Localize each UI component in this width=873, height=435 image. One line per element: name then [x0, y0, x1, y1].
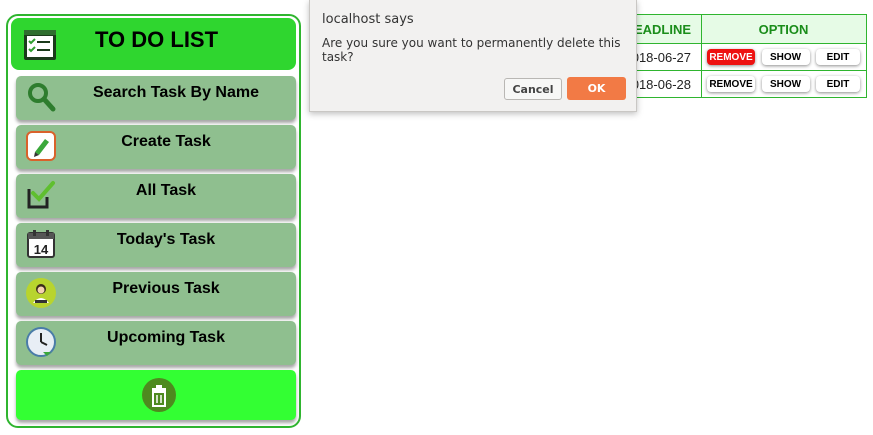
todo-list-icon: [21, 25, 59, 63]
table-row: 018-06-27 REMOVE SHOW EDIT: [623, 43, 866, 70]
sidebar: TO DO LIST Search Task By Name Create Ta…: [6, 14, 301, 428]
all-task-button[interactable]: All Task: [16, 174, 296, 218]
sidebar-header: TO DO LIST: [11, 18, 296, 70]
upcoming-task-button[interactable]: Upcoming Task: [16, 321, 296, 365]
table-row: 018-06-28 REMOVE SHOW EDIT: [623, 70, 866, 97]
trash-button[interactable]: [16, 370, 296, 420]
confirm-dialog: localhost says Are you sure you want to …: [309, 0, 637, 112]
task-table: EADLINE OPTION 018-06-27 REMOVE SHOW EDI…: [622, 14, 867, 98]
todays-task-button[interactable]: 14 Today's Task: [16, 223, 296, 267]
create-task-label: Create Task: [121, 133, 211, 150]
edit-button[interactable]: EDIT: [816, 49, 860, 65]
todays-task-label: Today's Task: [116, 231, 216, 248]
show-button[interactable]: SHOW: [761, 76, 810, 92]
option-header: OPTION: [758, 21, 809, 37]
previous-task-button[interactable]: Previous Task: [16, 272, 296, 316]
cancel-button[interactable]: Cancel: [504, 78, 562, 100]
previous-task-label: Previous Task: [112, 280, 220, 297]
create-task-button[interactable]: Create Task: [16, 125, 296, 169]
dialog-message: Are you sure you want to permanently del…: [322, 36, 621, 64]
trash-icon: [141, 377, 177, 413]
show-button[interactable]: SHOW: [761, 49, 810, 65]
table-header-row: EADLINE OPTION: [623, 15, 866, 43]
search-task-label: Search Task By Name: [92, 84, 259, 101]
edit-button[interactable]: EDIT: [816, 76, 860, 92]
options-cell: REMOVE SHOW EDIT: [702, 71, 866, 97]
app-root: TO DO LIST Search Task By Name Create Ta…: [0, 0, 873, 435]
ok-button[interactable]: OK: [567, 77, 626, 100]
remove-button[interactable]: REMOVE: [707, 76, 755, 92]
search-task-button[interactable]: Search Task By Name: [16, 76, 296, 120]
dialog-title: localhost says: [322, 12, 414, 27]
remove-button[interactable]: REMOVE: [707, 49, 755, 65]
upcoming-task-label: Upcoming Task: [107, 329, 225, 346]
app-title: TO DO LIST: [95, 27, 219, 52]
options-cell: REMOVE SHOW EDIT: [702, 44, 866, 70]
all-task-label: All Task: [135, 182, 197, 199]
